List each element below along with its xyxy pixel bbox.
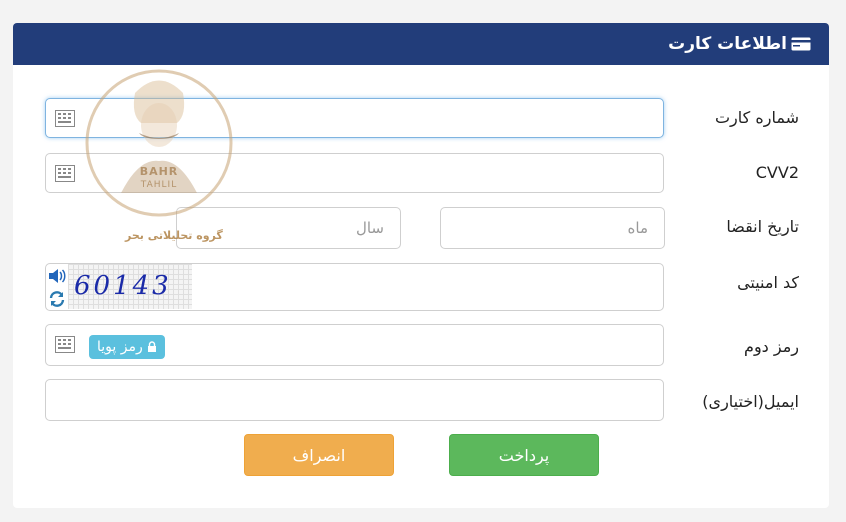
brand-watermark-logo: BAHR TAHLIL [79, 63, 239, 227]
dynamic-password-label: رمز پویا [97, 339, 143, 355]
lock-icon [148, 341, 157, 352]
pay-button[interactable]: پرداخت [449, 434, 599, 476]
captcha-controls [48, 268, 66, 312]
keyboard-icon[interactable] [55, 110, 75, 131]
panel-title: اطلاعات کارت [668, 34, 787, 54]
keyboard-icon[interactable] [55, 165, 75, 186]
captcha-image: 60143 [68, 264, 192, 309]
refresh-icon[interactable] [48, 290, 66, 312]
expiry-label: تاریخ انقضا [726, 217, 799, 236]
second-password-input[interactable]: رمز پویا [45, 324, 664, 366]
captcha-input[interactable]: 60143 [45, 263, 664, 311]
card-number-label: شماره کارت [714, 108, 799, 127]
panel-header: اطلاعات کارت [13, 23, 829, 65]
second-password-label: رمز دوم [744, 337, 799, 356]
keyboard-icon[interactable] [55, 336, 75, 357]
dynamic-password-button[interactable]: رمز پویا [89, 335, 166, 359]
card-info-panel: اطلاعات کارت شماره کارت CVV2 تاریخ انقضا… [13, 23, 829, 508]
cancel-button[interactable]: انصراف [244, 434, 394, 476]
captcha-label: کد امنیتی [737, 273, 799, 292]
watermark-tagline: گروه تحلیلاتی بحر [125, 229, 223, 242]
email-input[interactable] [45, 379, 664, 421]
cvv2-label: CVV2 [755, 163, 799, 182]
speaker-icon[interactable] [48, 268, 66, 288]
expiry-month-input[interactable]: ماه [440, 207, 665, 249]
svg-text:TAHLIL: TAHLIL [140, 180, 177, 190]
year-placeholder: سال [355, 219, 384, 237]
month-placeholder: ماه [627, 219, 648, 237]
credit-card-icon [791, 36, 811, 55]
svg-text:BAHR: BAHR [140, 165, 179, 178]
email-label: ایمیل(اختیاری) [702, 392, 799, 411]
